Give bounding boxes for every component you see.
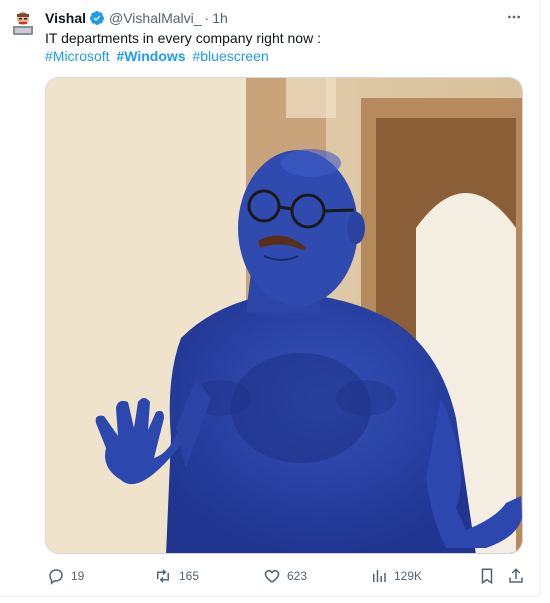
analytics-bars-icon xyxy=(373,570,386,582)
verified-badge-icon xyxy=(89,11,104,25)
reply-button[interactable]: 19 xyxy=(47,566,84,586)
avatar-cartoon-icon xyxy=(13,12,33,35)
tweet-media-image[interactable] xyxy=(45,77,523,554)
reply-icon xyxy=(49,569,63,585)
tweet-header: Vishal @VishalMalvi_ · 1h xyxy=(45,8,529,28)
author-avatar[interactable] xyxy=(8,8,38,38)
hashtag-bluescreen[interactable]: #bluescreen xyxy=(192,48,268,64)
hashtag-windows[interactable]: #Windows xyxy=(116,48,185,64)
more-options-button[interactable] xyxy=(503,6,525,28)
tweet-card[interactable]: Vishal @VishalMalvi_ · 1h IT departments… xyxy=(0,0,540,597)
bookmark-icon xyxy=(481,568,493,585)
retweet-icon xyxy=(157,569,169,583)
like-count: 623 xyxy=(287,569,308,583)
tweet-actions: 19 165 623 129K xyxy=(45,566,530,586)
author-name[interactable]: Vishal xyxy=(45,10,86,26)
tweet-text: IT departments in every company right no… xyxy=(45,30,321,46)
heart-icon xyxy=(264,569,280,583)
bookmark-button[interactable] xyxy=(478,566,502,586)
hashtag-list: #Microsoft #Windows #bluescreen xyxy=(45,47,272,66)
view-count: 129K xyxy=(394,569,423,583)
author-handle[interactable]: @VishalMalvi_ xyxy=(109,10,202,26)
blue-painted-man-photo xyxy=(46,78,522,553)
retweet-button[interactable]: 165 xyxy=(153,566,199,586)
reply-count: 19 xyxy=(71,569,85,583)
retweet-count: 165 xyxy=(179,569,200,583)
like-button[interactable]: 623 xyxy=(263,566,307,586)
more-horizontal-icon xyxy=(508,15,520,19)
separator-dot: · xyxy=(204,10,210,26)
tweet-timestamp[interactable]: 1h xyxy=(212,10,228,26)
views-button[interactable]: 129K xyxy=(370,566,422,586)
hashtag-microsoft[interactable]: #Microsoft xyxy=(45,48,110,64)
share-button[interactable] xyxy=(507,566,531,586)
share-icon xyxy=(509,568,523,583)
